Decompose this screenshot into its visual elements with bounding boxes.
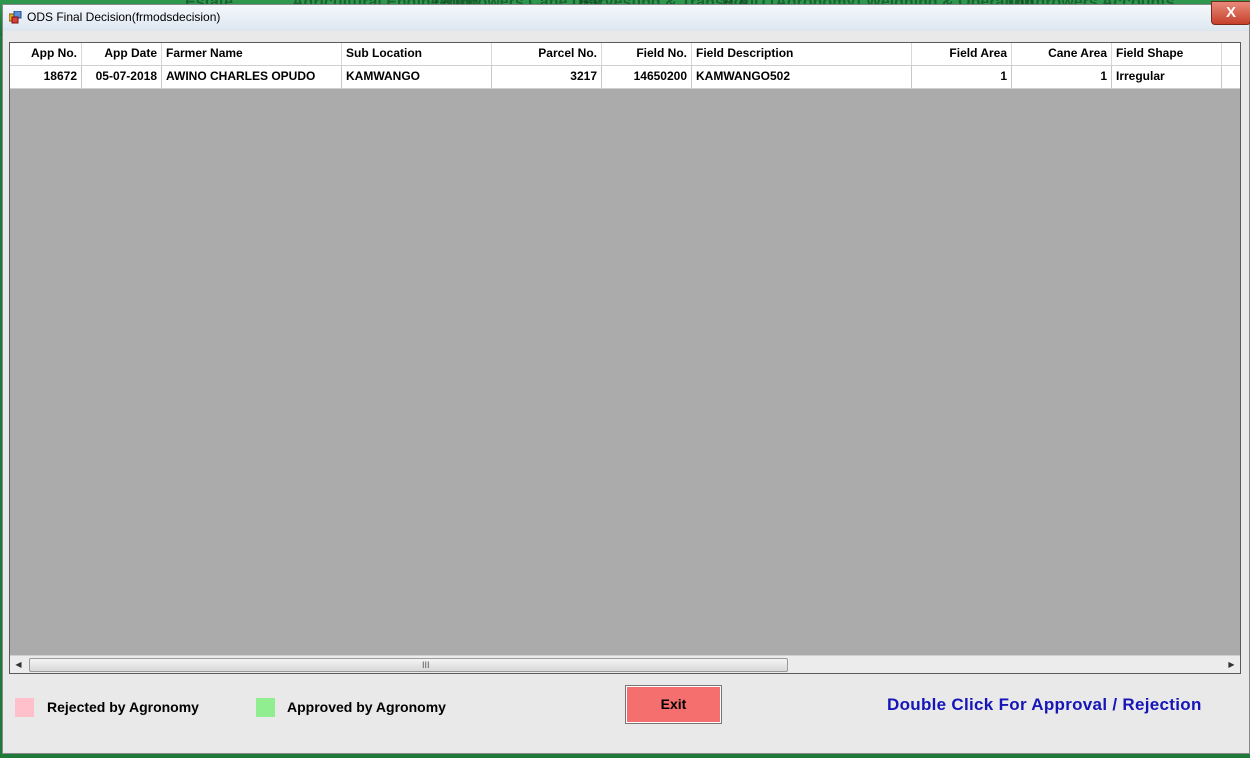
- scroll-grip: III: [422, 660, 430, 670]
- grid-header-row: App No. App Date Farmer Name Sub Locatio…: [10, 43, 1240, 66]
- header-filler: [1222, 43, 1240, 65]
- app-form-icon: [9, 11, 22, 24]
- cell-field-no[interactable]: 14650200: [602, 66, 692, 88]
- cell-app-date[interactable]: 05-07-2018: [82, 66, 162, 88]
- title-bar[interactable]: ODS Final Decision(frmodsdecision): [3, 5, 1249, 31]
- column-header-field-description[interactable]: Field Description: [692, 43, 912, 65]
- column-header-app-no[interactable]: App No.: [10, 43, 82, 65]
- cell-field-description[interactable]: KAMWANGO502: [692, 66, 912, 88]
- column-header-app-date[interactable]: App Date: [82, 43, 162, 65]
- column-header-cane-area[interactable]: Cane Area: [1012, 43, 1112, 65]
- instruction-hint: Double Click For Approval / Rejection: [887, 695, 1202, 714]
- cell-farmer-name[interactable]: AWINO CHARLES OPUDO: [162, 66, 342, 88]
- column-header-sub-location[interactable]: Sub Location: [342, 43, 492, 65]
- rejected-color-swatch: [15, 698, 34, 717]
- cell-field-shape[interactable]: Irregular: [1112, 66, 1222, 88]
- scroll-left-arrow-icon[interactable]: ◀: [10, 656, 27, 673]
- scroll-right-arrow-icon[interactable]: ▶: [1223, 656, 1240, 673]
- column-header-field-no[interactable]: Field No.: [602, 43, 692, 65]
- column-header-parcel-no[interactable]: Parcel No.: [492, 43, 602, 65]
- exit-button[interactable]: Exit: [625, 685, 722, 724]
- row-filler: [1222, 66, 1240, 88]
- cell-parcel-no[interactable]: 3217: [492, 66, 602, 88]
- column-header-farmer-name[interactable]: Farmer Name: [162, 43, 342, 65]
- horizontal-scrollbar[interactable]: ◀ III ▶: [10, 655, 1240, 673]
- scroll-thumb[interactable]: III: [29, 658, 788, 672]
- approved-legend-label: Approved by Agronomy: [287, 699, 446, 715]
- cell-sub-location[interactable]: KAMWANGO: [342, 66, 492, 88]
- cell-cane-area[interactable]: 1: [1012, 66, 1112, 88]
- cell-app-no[interactable]: 18672: [10, 66, 82, 88]
- cell-field-area[interactable]: 1: [912, 66, 1012, 88]
- window-title: ODS Final Decision(frmodsdecision): [27, 10, 221, 24]
- decision-data-grid[interactable]: App No. App Date Farmer Name Sub Locatio…: [9, 42, 1241, 674]
- column-header-field-shape[interactable]: Field Shape: [1112, 43, 1222, 65]
- close-button[interactable]: X: [1211, 1, 1250, 25]
- table-row[interactable]: 18672 05-07-2018 AWINO CHARLES OPUDO KAM…: [10, 66, 1240, 89]
- approved-color-swatch: [256, 698, 275, 717]
- rejected-legend-label: Rejected by Agronomy: [47, 699, 199, 715]
- column-header-field-area[interactable]: Field Area: [912, 43, 1012, 65]
